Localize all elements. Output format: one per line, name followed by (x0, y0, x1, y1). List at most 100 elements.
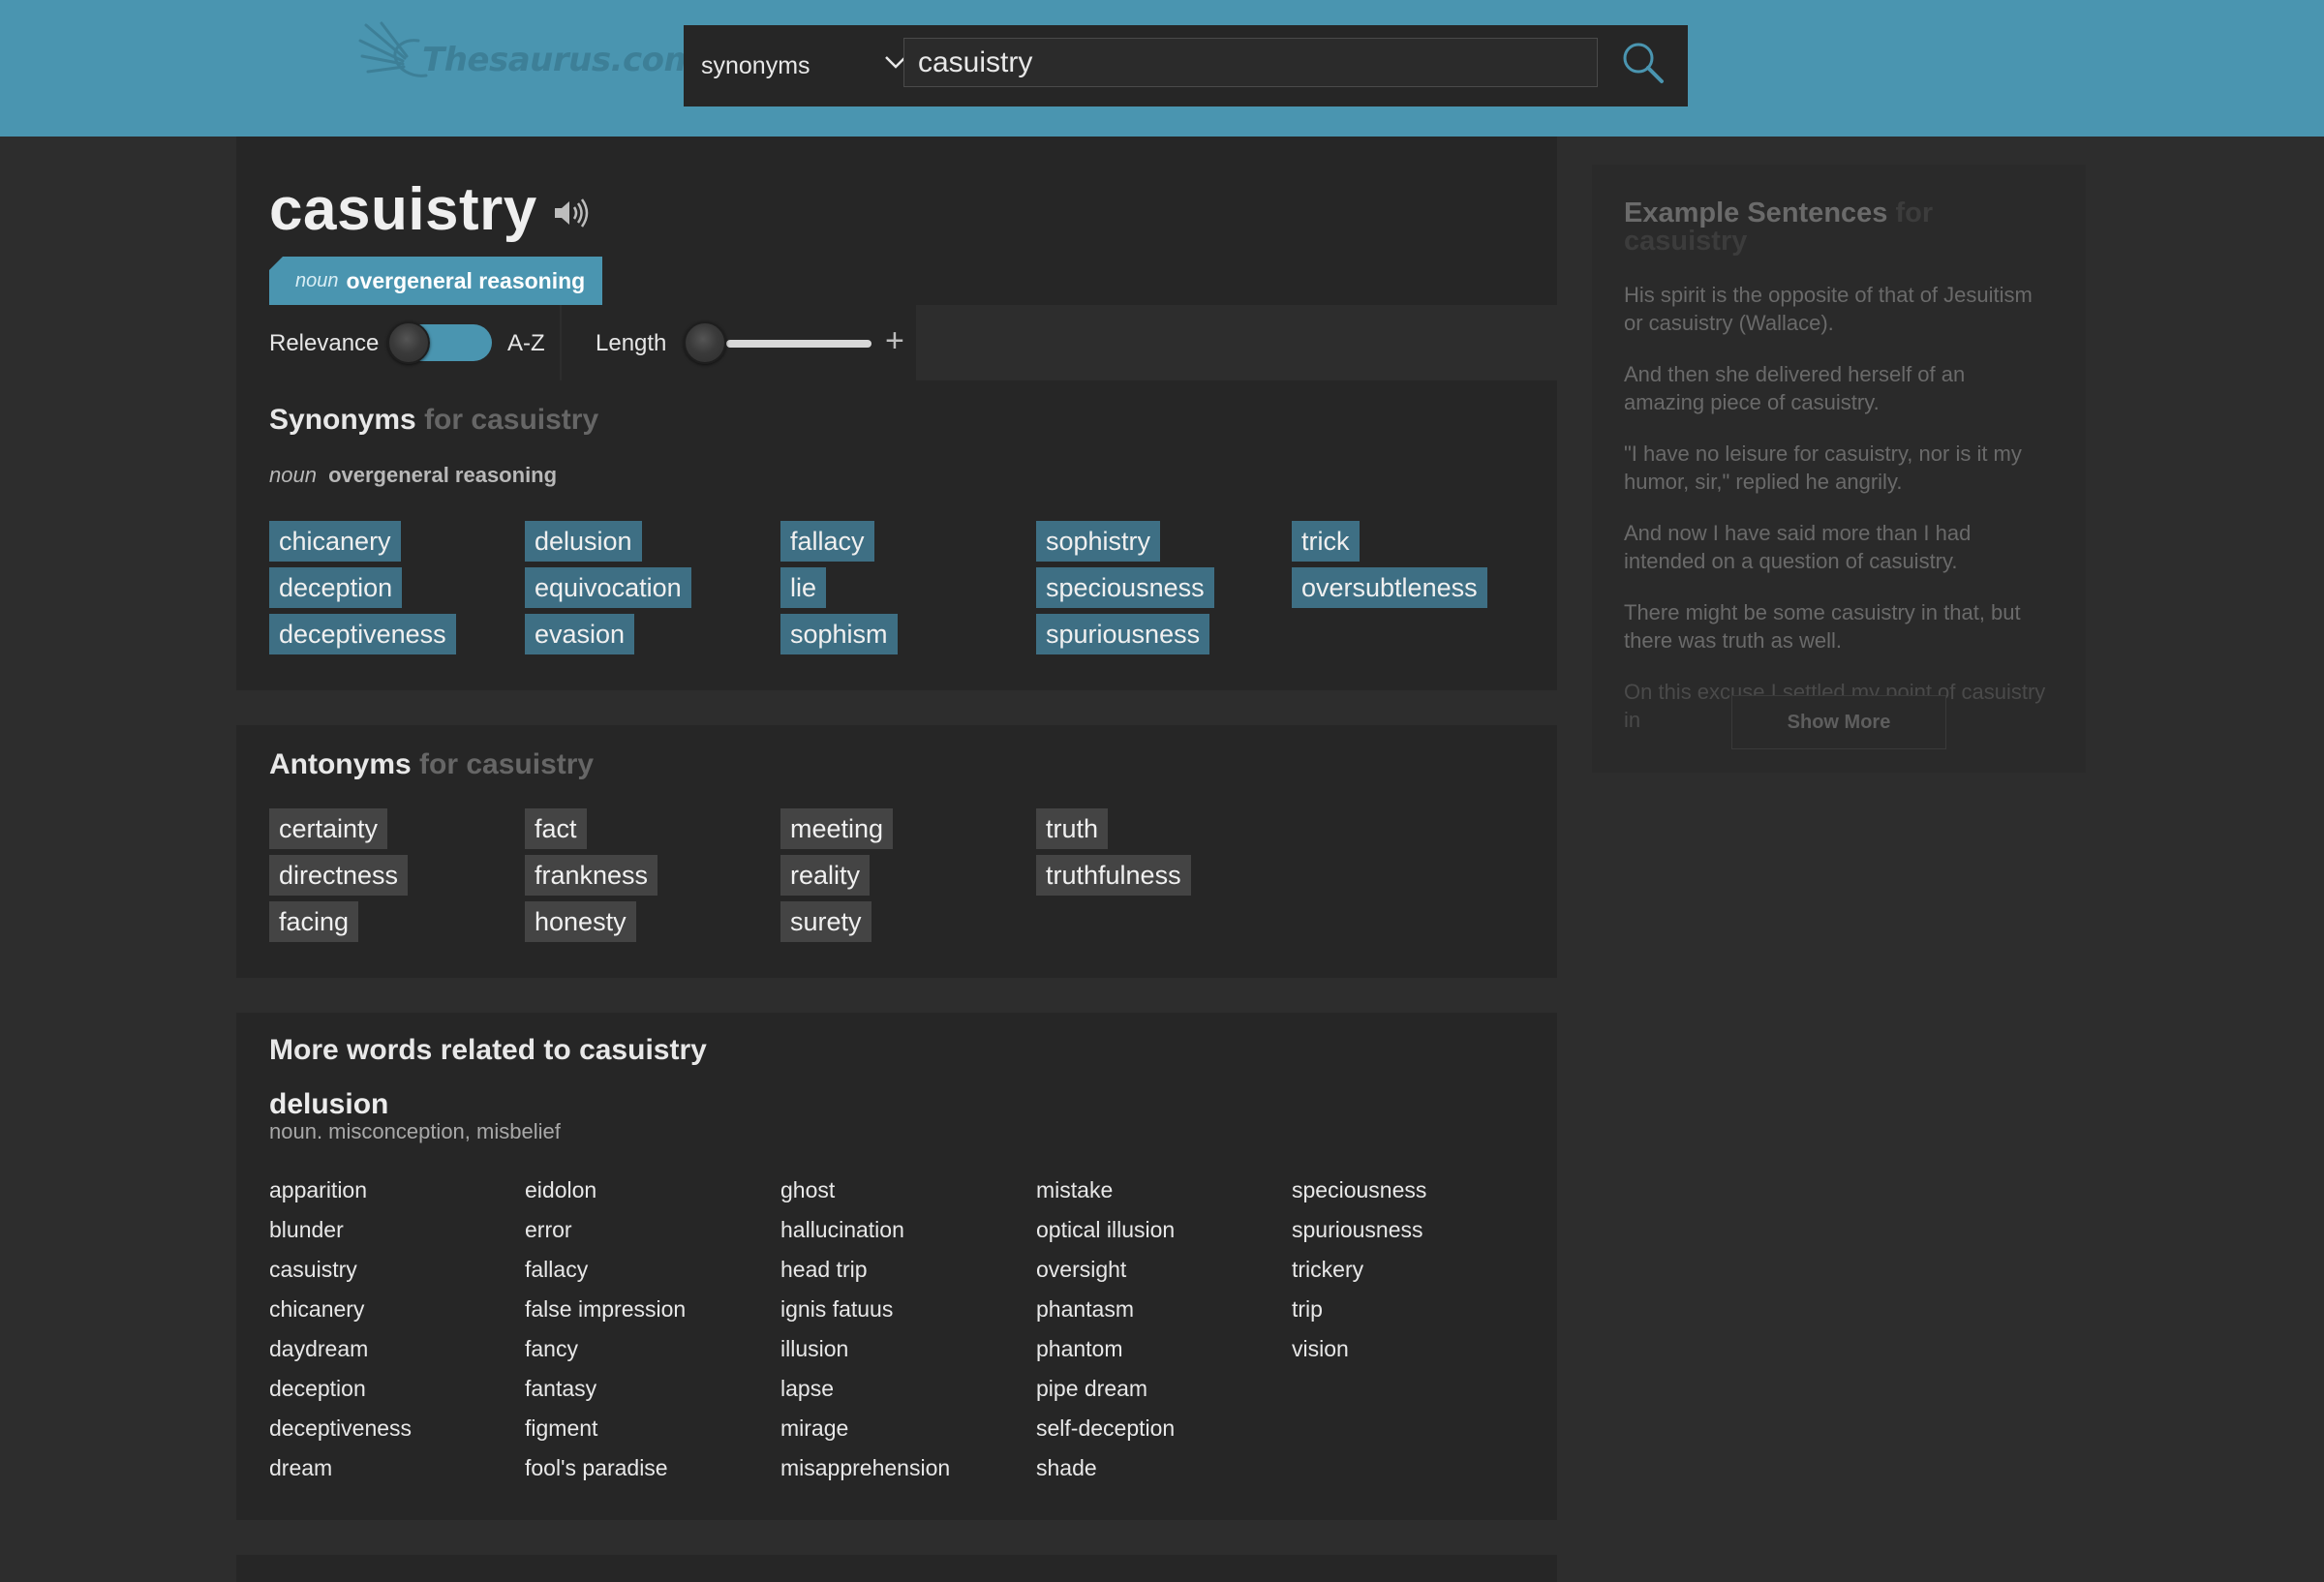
example-sentence: "I have no leisure for casuistry, nor is… (1624, 441, 2022, 494)
related-word-link[interactable]: lapse (780, 1376, 834, 1402)
related-word-link[interactable]: ignis fatuus (780, 1296, 893, 1323)
related-definition: noun. misconception, misbelief (269, 1119, 561, 1143)
toggle-knob[interactable] (387, 321, 430, 364)
sense-pos: noun (295, 269, 339, 291)
related-heading-word: casuistry (579, 1034, 707, 1066)
related-word-link[interactable]: fantasy (525, 1376, 596, 1402)
related-word-link[interactable]: mistake (1036, 1177, 1113, 1203)
related-word-link[interactable]: vision (1292, 1336, 1349, 1362)
antonym-chip[interactable]: truthfulness (1036, 855, 1191, 896)
antonym-chip[interactable]: frankness (525, 855, 658, 896)
search-bar: synonyms (684, 25, 1688, 106)
related-word-link[interactable]: daydream (269, 1336, 368, 1362)
synonym-chip[interactable]: chicanery (269, 521, 401, 562)
related-word-link[interactable]: phantom (1036, 1336, 1123, 1362)
synonyms-title: Synonyms (269, 404, 416, 436)
synonym-chip[interactable]: evasion (525, 614, 635, 654)
length-slider-handle[interactable] (684, 321, 726, 364)
synonym-chip[interactable]: sophistry (1036, 521, 1161, 562)
related-word-link[interactable]: head trip (780, 1257, 868, 1283)
related-word-link[interactable]: trickery (1292, 1257, 1363, 1283)
antonym-chip[interactable]: meeting (780, 808, 894, 849)
search-button[interactable] (1619, 39, 1667, 87)
synonyms-panel: Synonyms for casuistry noun overgeneral … (236, 380, 1557, 690)
related-word-link[interactable]: hallucination (780, 1217, 904, 1243)
related-word-link[interactable]: false impression (525, 1296, 686, 1323)
related-word-link[interactable]: mirage (780, 1415, 848, 1442)
example-sentence: And now I have said more than I had inte… (1624, 521, 1972, 573)
related-heading: More words related to casuistry (269, 1034, 707, 1067)
synonym-chip[interactable]: spuriousness (1036, 614, 1210, 654)
related-word-link[interactable]: deceptiveness (269, 1415, 412, 1442)
next-section-panel (236, 1555, 1557, 1582)
antonym-chip[interactable]: honesty (525, 901, 636, 942)
related-word-link[interactable]: oversight (1036, 1257, 1126, 1283)
length-label: Length (596, 330, 667, 356)
related-headword[interactable]: delusion (269, 1088, 388, 1121)
related-word-link[interactable]: fool's paradise (525, 1455, 668, 1481)
site-logo[interactable]: Thesaurus.com (358, 19, 698, 97)
related-word-link[interactable]: optical illusion (1036, 1217, 1175, 1243)
related-word-link[interactable]: pipe dream (1036, 1376, 1147, 1402)
examples-title: Example Sentences (1624, 198, 1888, 228)
synonym-chip[interactable]: lie (780, 567, 827, 608)
example-sentences-panel: Example Sentences for casuistry His spir… (1592, 165, 2086, 773)
related-word-link[interactable]: apparition (269, 1177, 367, 1203)
relevance-label: Relevance (269, 330, 380, 356)
examples-heading: Example Sentences for casuistry (1624, 199, 2050, 256)
synonyms-for: for casuistry (424, 404, 599, 436)
related-word-link[interactable]: shade (1036, 1455, 1097, 1481)
related-word-link[interactable]: deception (269, 1376, 366, 1402)
related-word-link[interactable]: self-deception (1036, 1415, 1175, 1442)
synonym-chip[interactable]: deception (269, 567, 403, 608)
search-type-dropdown[interactable]: synonyms (701, 25, 906, 106)
antonym-chip[interactable]: truth (1036, 808, 1109, 849)
sense-tab[interactable]: noun overgeneral reasoning (269, 257, 603, 305)
synonym-chip[interactable]: speciousness (1036, 567, 1214, 608)
plus-icon[interactable]: + (885, 324, 904, 357)
antonyms-heading: Antonyms for casuistry (269, 748, 594, 781)
related-words-panel: More words related to casuistry delusion… (236, 1013, 1557, 1520)
synonym-chip[interactable]: sophism (780, 614, 898, 654)
related-word-link[interactable]: phantasm (1036, 1296, 1134, 1323)
related-word-link[interactable]: blunder (269, 1217, 344, 1243)
antonym-chip[interactable]: surety (780, 901, 872, 942)
search-type-label: synonyms (701, 51, 810, 79)
related-word-link[interactable]: figment (525, 1415, 597, 1442)
related-word-link[interactable]: trip (1292, 1296, 1323, 1323)
synonym-chip[interactable]: equivocation (525, 567, 691, 608)
synonym-chip[interactable]: oversubtleness (1292, 567, 1487, 608)
show-more-button[interactable]: Show More (1731, 695, 1946, 749)
related-word-link[interactable]: eidolon (525, 1177, 596, 1203)
related-word-link[interactable]: ghost (780, 1177, 835, 1203)
search-icon (1623, 43, 1664, 83)
related-word-link[interactable]: fallacy (525, 1257, 588, 1283)
related-word-link[interactable]: chicanery (269, 1296, 364, 1323)
synonym-chip[interactable]: fallacy (780, 521, 874, 562)
related-word-link[interactable]: misapprehension (780, 1455, 950, 1481)
antonym-chip[interactable]: directness (269, 855, 409, 896)
synonym-chip[interactable]: delusion (525, 521, 642, 562)
related-word-link[interactable]: spuriousness (1292, 1217, 1423, 1243)
example-sentence: There might be some casuistry in that, b… (1624, 600, 2021, 653)
speaker-icon (555, 198, 589, 228)
related-word-link[interactable]: fancy (525, 1336, 578, 1362)
related-word-link[interactable]: casuistry (269, 1257, 357, 1283)
related-word-link[interactable]: dream (269, 1455, 332, 1481)
antonym-chip[interactable]: facing (269, 901, 359, 942)
site-header: Thesaurus.com synonyms (0, 0, 2324, 137)
example-sentence: His spirit is the opposite of that of Je… (1624, 283, 2033, 335)
length-slider[interactable] (726, 340, 872, 348)
antonym-chip[interactable]: reality (780, 855, 871, 896)
related-word-link[interactable]: error (525, 1217, 572, 1243)
antonym-chip[interactable]: certainty (269, 808, 388, 849)
related-word-link[interactable]: illusion (780, 1336, 848, 1362)
synonym-chip[interactable]: trick (1292, 521, 1360, 562)
related-word-link[interactable]: speciousness (1292, 1177, 1426, 1203)
filter-controls: Relevance A-Z Length + (236, 305, 1557, 380)
synonym-chip[interactable]: deceptiveness (269, 614, 456, 654)
antonym-chip[interactable]: fact (525, 808, 587, 849)
sort-toggle[interactable] (387, 321, 492, 364)
search-input[interactable] (903, 38, 1598, 87)
pronunciation-button[interactable] (552, 197, 591, 229)
